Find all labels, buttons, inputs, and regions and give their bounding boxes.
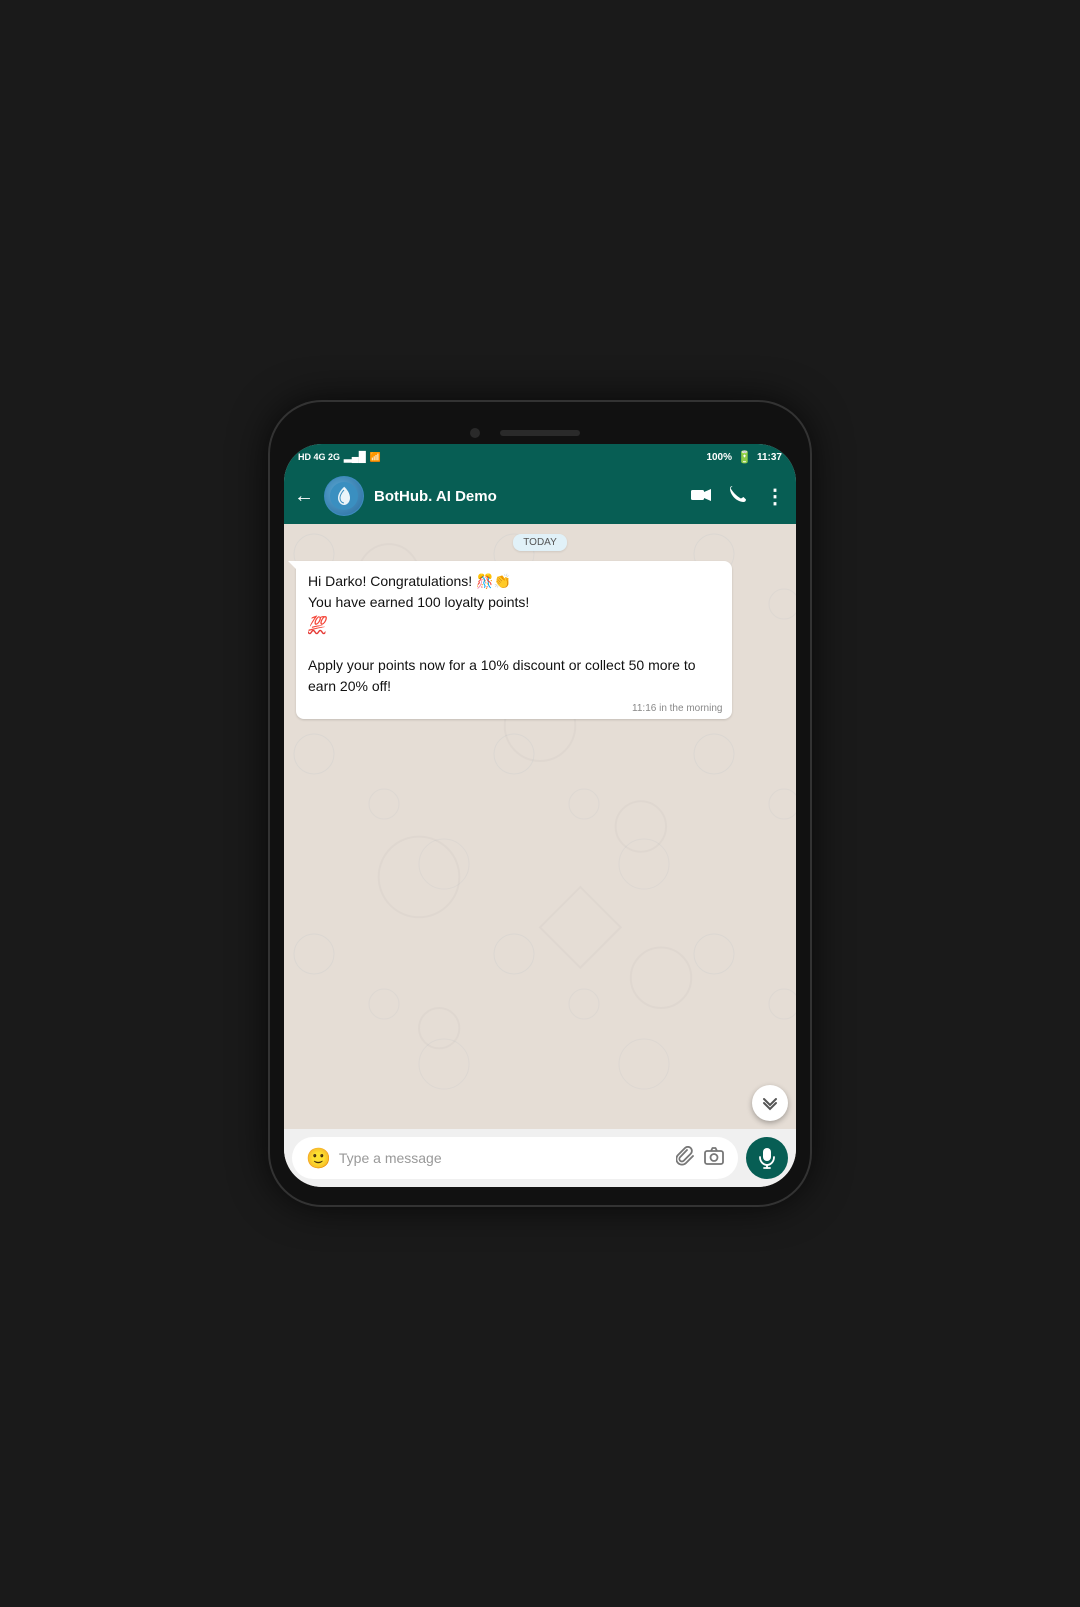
- date-pill: TODAY: [292, 534, 788, 551]
- message-line3: Apply your points now for a 10% discount…: [308, 657, 696, 694]
- wifi-icon: 📶: [370, 452, 381, 463]
- message-timestamp: 11:16 in the morning: [632, 703, 722, 714]
- status-left: HD 4G 2G ▂▄█ 📶: [298, 452, 381, 463]
- phone-notch: [284, 420, 796, 444]
- message-emoji100: 💯: [308, 615, 325, 631]
- back-button[interactable]: ←: [294, 485, 314, 508]
- message-line1: Hi Darko! Congratulations! 🎊👏: [308, 573, 511, 589]
- camera-button[interactable]: [704, 1147, 724, 1170]
- signal-icon: ▂▄█: [344, 452, 366, 463]
- send-voice-button[interactable]: [746, 1137, 788, 1179]
- battery-level: 100%: [706, 452, 732, 463]
- phone-screen: HD 4G 2G ▂▄█ 📶 100% 🔋 11:37 ←: [284, 444, 796, 1187]
- avatar-image: [325, 477, 363, 515]
- message-text: Hi Darko! Congratulations! 🎊👏 You have e…: [308, 571, 720, 697]
- bothub-logo-icon: [330, 482, 358, 510]
- attach-button[interactable]: [676, 1146, 696, 1171]
- voice-call-button[interactable]: [729, 485, 747, 508]
- battery-icon: 🔋: [737, 450, 752, 464]
- header-icons: ⋮: [691, 484, 786, 509]
- phone-frame: HD 4G 2G ▂▄█ 📶 100% 🔋 11:37 ←: [270, 402, 810, 1205]
- date-label: TODAY: [513, 534, 567, 551]
- status-network: HD 4G 2G: [298, 452, 340, 462]
- more-options-button[interactable]: ⋮: [765, 484, 786, 509]
- chat-body: TODAY Hi Darko! Congratulations! 🎊👏 You …: [284, 524, 796, 1129]
- microphone-icon: [759, 1147, 775, 1169]
- clock: 11:37: [757, 452, 782, 463]
- contact-name: BotHub. AI Demo: [374, 488, 681, 505]
- message-line2: You have earned 100 loyalty points!: [308, 594, 529, 610]
- message-bubble: Hi Darko! Congratulations! 🎊👏 You have e…: [296, 561, 732, 719]
- avatar[interactable]: [324, 476, 364, 516]
- message-input-field[interactable]: 🙂 Type a message: [292, 1137, 738, 1179]
- contact-info: BotHub. AI Demo: [374, 488, 681, 505]
- input-bar: 🙂 Type a message: [284, 1129, 796, 1187]
- front-camera: [470, 428, 480, 438]
- paperclip-icon: [676, 1146, 696, 1166]
- speaker: [500, 430, 580, 436]
- video-call-button[interactable]: [691, 486, 711, 507]
- chat-header: ← BotHub. AI Demo: [284, 468, 796, 524]
- status-bar: HD 4G 2G ▂▄█ 📶 100% 🔋 11:37: [284, 444, 796, 468]
- emoji-picker-button[interactable]: 🙂: [306, 1146, 331, 1171]
- status-right: 100% 🔋 11:37: [706, 450, 782, 464]
- chevron-down-icon: [762, 1095, 778, 1111]
- scroll-to-bottom-button[interactable]: [752, 1085, 788, 1121]
- camera-icon: [704, 1147, 724, 1165]
- message-placeholder: Type a message: [339, 1150, 668, 1166]
